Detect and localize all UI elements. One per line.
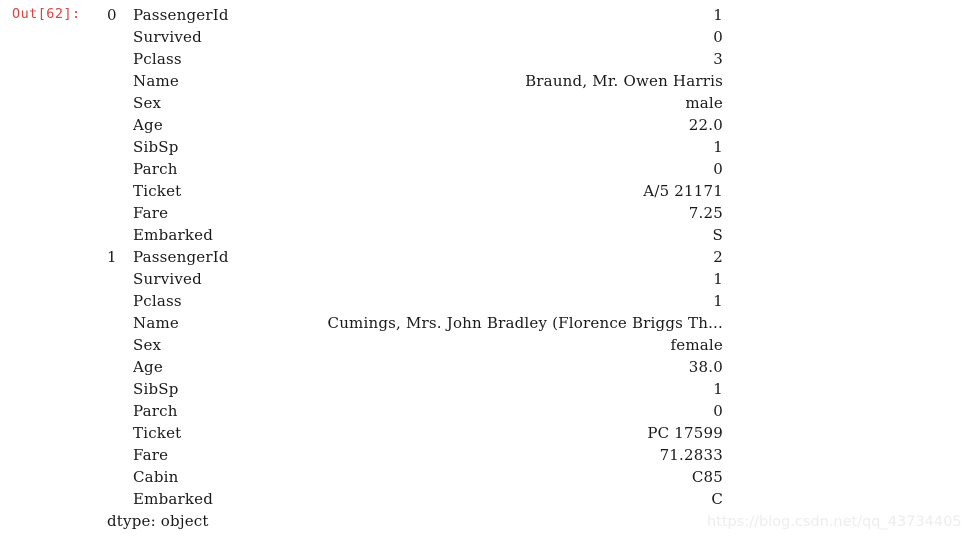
series-row: Embarked S (107, 224, 723, 246)
series-row-field: Survived (133, 28, 202, 46)
series-row-field: Fare (133, 204, 169, 222)
series-row-field: Ticket (133, 182, 182, 200)
series-row-value: 3 (713, 50, 723, 68)
series-row: 0 PassengerId 1 (107, 4, 723, 26)
series-row: Parch 0 (107, 158, 723, 180)
series-row: Cabin C85 (107, 466, 723, 488)
series-row: Pclass 3 (107, 48, 723, 70)
series-row: Ticket PC 17599 (107, 422, 723, 444)
series-row: Survived 0 (107, 26, 723, 48)
series-row: Sex male (107, 92, 723, 114)
series-row-field: Age (133, 116, 163, 134)
series-row-field: Parch (133, 402, 178, 420)
series-row: 1 PassengerId 2 (107, 246, 723, 268)
series-row-index: 0 (107, 6, 117, 24)
series-row: Age 38.0 (107, 356, 723, 378)
series-row: Pclass 1 (107, 290, 723, 312)
series-row-field: SibSp (133, 380, 179, 398)
series-row: Ticket A/5 21171 (107, 180, 723, 202)
series-row: Embarked C (107, 488, 723, 510)
series-row-value: C85 (691, 468, 723, 486)
series-row: Parch 0 (107, 400, 723, 422)
series-row-value: male (685, 94, 723, 112)
series-row-field: Pclass (133, 50, 182, 68)
series-row: Age 22.0 (107, 114, 723, 136)
output-prompt-label: Out[62]: (12, 6, 81, 22)
series-row: Sex female (107, 334, 723, 356)
series-row-value: 1 (713, 270, 723, 288)
series-dtype-row: dtype: object (107, 510, 723, 532)
series-row-value: Cumings, Mrs. John Bradley (Florence Bri… (327, 314, 723, 332)
series-row-value: 71.2833 (659, 446, 723, 464)
series-row-index: 1 (107, 248, 117, 266)
series-row-field: Cabin (133, 468, 179, 486)
series-row-field: PassengerId (133, 6, 229, 24)
series-row: Survived 1 (107, 268, 723, 290)
series-row-field: PassengerId (133, 248, 229, 266)
series-row-field: Survived (133, 270, 202, 288)
series-row: Name Cumings, Mrs. John Bradley (Florence… (107, 312, 723, 334)
series-row-value: Braund, Mr. Owen Harris (525, 72, 723, 90)
notebook-output-cell: Out[62]: 0 PassengerId 1 Survived 0 Pclass 3 Na… (0, 0, 963, 542)
series-row-value: 7.25 (688, 204, 723, 222)
series-row-value: female (670, 336, 723, 354)
series-row-field: Pclass (133, 292, 182, 310)
series-row-field: Parch (133, 160, 178, 178)
series-row-field: Age (133, 358, 163, 376)
series-row: Fare 71.2833 (107, 444, 723, 466)
series-dtype-label: dtype: object (107, 512, 209, 530)
series-row-value: 1 (713, 380, 723, 398)
series-row: SibSp 1 (107, 378, 723, 400)
series-row-field: Embarked (133, 490, 214, 508)
series-row: Fare 7.25 (107, 202, 723, 224)
series-row-value: C (711, 490, 723, 508)
series-row: Name Braund, Mr. Owen Harris (107, 70, 723, 92)
series-row-value: 1 (713, 292, 723, 310)
series-row-field: Name (133, 314, 179, 332)
series-row-value: 1 (713, 138, 723, 156)
series-row-value: 0 (713, 402, 723, 420)
series-row-value: S (712, 226, 723, 244)
series-row-field: Sex (133, 336, 162, 354)
series-row-value: 0 (713, 28, 723, 46)
csdn-watermark: https://blog.csdn.net/qq_43734405 (707, 514, 962, 530)
series-row-field: Ticket (133, 424, 182, 442)
series-row-value: 2 (713, 248, 723, 266)
series-row-field: Embarked (133, 226, 214, 244)
series-row-value: PC 17599 (647, 424, 723, 442)
series-row-value: 0 (713, 160, 723, 178)
series-row-field: Sex (133, 94, 162, 112)
pandas-series-output: 0 PassengerId 1 Survived 0 Pclass 3 Name Braund,… (107, 4, 723, 532)
series-row-value: 22.0 (688, 116, 723, 134)
series-row-value: A/5 21171 (643, 182, 723, 200)
series-row-field: Fare (133, 446, 169, 464)
series-row-field: SibSp (133, 138, 179, 156)
series-row-value: 38.0 (688, 358, 723, 376)
series-row-value: 1 (713, 6, 723, 24)
series-row-field: Name (133, 72, 179, 90)
series-row: SibSp 1 (107, 136, 723, 158)
